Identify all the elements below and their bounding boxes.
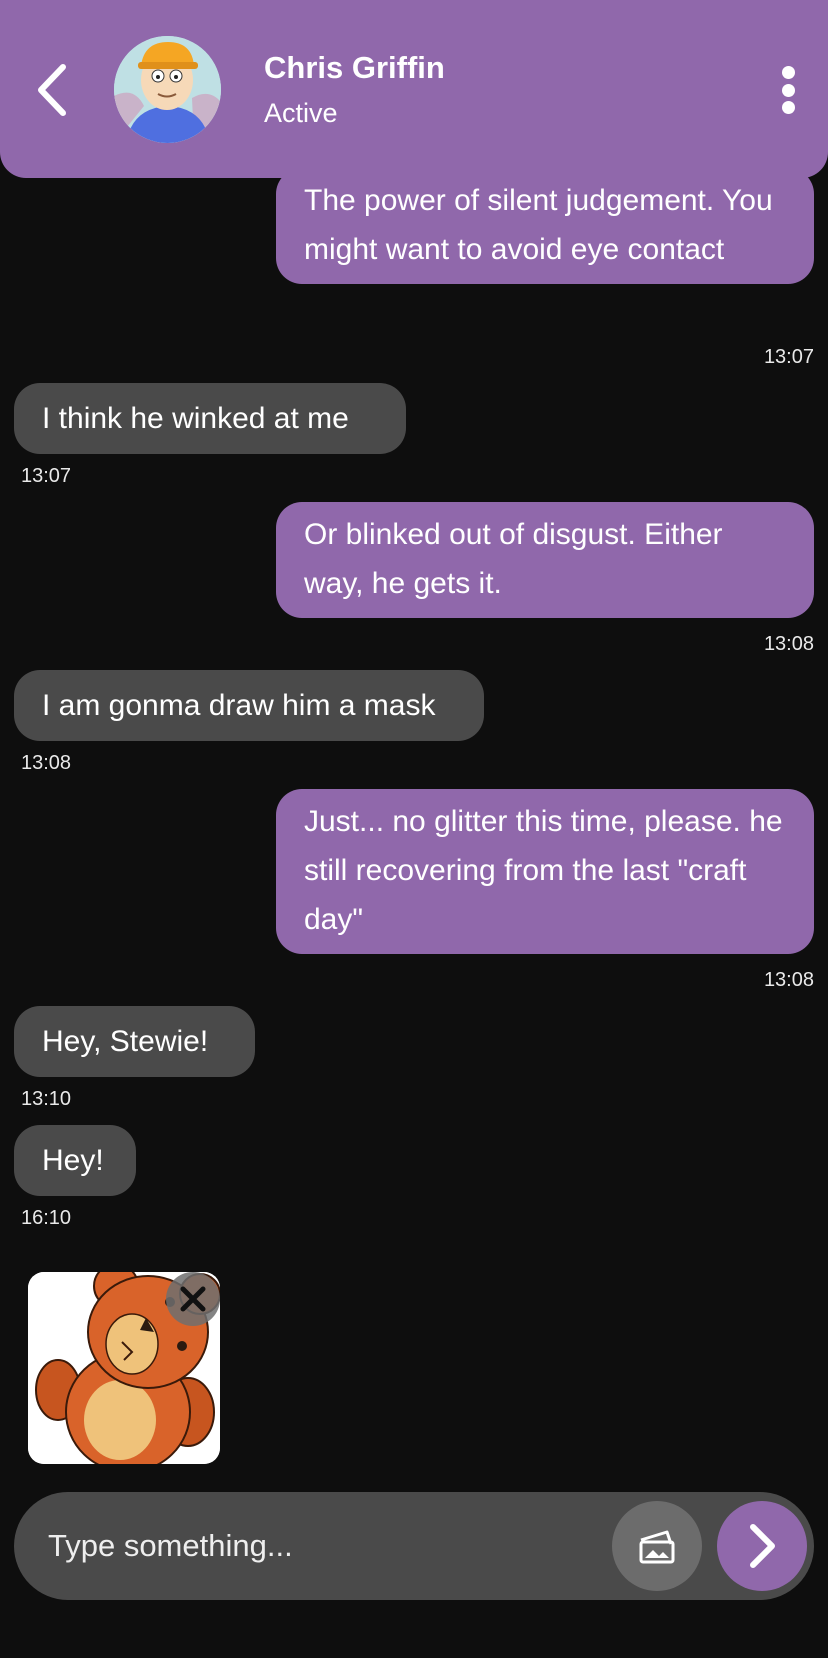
message-bubble-outgoing: Or blinked out of disgust. Either way, h…: [276, 502, 814, 618]
contact-status: Active: [264, 98, 338, 128]
message-time: 13:07: [21, 465, 72, 487]
message-time: 16:10: [21, 1207, 72, 1229]
chevron-left-icon: [38, 64, 66, 116]
send-button[interactable]: [717, 1501, 807, 1591]
more-vertical-icon-dot: [781, 83, 795, 97]
message-text: The power of silent judgement. You might…: [304, 184, 773, 266]
message-time: 13:08: [763, 633, 814, 655]
message-text: Hey!: [42, 1144, 104, 1177]
more-vertical-icon-dot: [781, 101, 795, 114]
attach-image-button[interactable]: [612, 1501, 702, 1591]
message-text: Hey, Stewie!: [42, 1025, 209, 1058]
contact-avatar[interactable]: [114, 36, 221, 143]
chat-header: Chris Griffin Active: [0, 0, 828, 178]
message-text: I think he winked at me: [42, 402, 349, 435]
message-input[interactable]: [48, 1516, 608, 1576]
contact-name: Chris Griffin: [264, 50, 445, 85]
message-text: Just... no glitter this time, please. he…: [304, 805, 783, 936]
message-time: 13:08: [21, 752, 72, 774]
remove-attachment-button[interactable]: [166, 1272, 220, 1326]
message-time: 13:08: [763, 969, 814, 991]
message-bubble-incoming: I think he winked at me: [14, 383, 406, 454]
message-bubble-incoming: I am gonma draw him a mask: [14, 670, 484, 741]
image-attach-icon: [639, 1530, 675, 1564]
chevron-right-icon: [750, 1524, 775, 1568]
more-vertical-icon: [781, 66, 795, 79]
message-time: 13:10: [21, 1088, 72, 1110]
message-bubble-incoming: Hey!: [14, 1125, 136, 1196]
message-text: I am gonma draw him a mask: [42, 689, 436, 722]
avatar-image: [114, 36, 221, 143]
message-bubble-outgoing: The power of silent judgement. You might…: [276, 168, 814, 284]
message-composer: [14, 1492, 814, 1600]
back-button[interactable]: [24, 55, 80, 125]
message-bubble-outgoing: Just... no glitter this time, please. he…: [276, 789, 814, 954]
message-text: Or blinked out of disgust. Either way, h…: [304, 518, 723, 600]
message-bubble-incoming: Hey, Stewie!: [14, 1006, 255, 1077]
more-options-button[interactable]: [770, 60, 806, 120]
message-time: 13:07: [763, 346, 814, 368]
close-icon: [180, 1286, 206, 1312]
